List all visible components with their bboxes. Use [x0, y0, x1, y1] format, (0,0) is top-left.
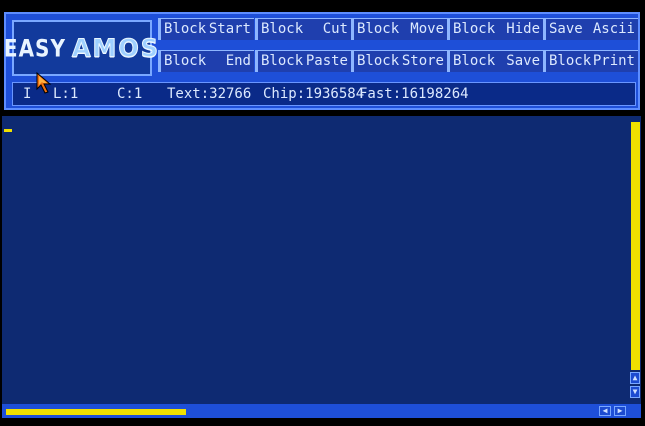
block-end-button[interactable]: Block End	[158, 50, 254, 72]
block-cut-button[interactable]: Block Cut	[255, 18, 351, 40]
button-label-left: Block	[453, 53, 496, 69]
block-print-button[interactable]: Block Print	[543, 50, 638, 72]
button-label-left: Block	[357, 53, 400, 69]
chip-memory: Chip:1936584	[263, 86, 365, 102]
logo-amos-text: AMOS	[71, 33, 161, 63]
amos-editor-screen: EASY AMOS Block Start Block Cut Block Mo…	[0, 0, 645, 426]
button-label-left: Save	[549, 21, 583, 37]
block-start-button[interactable]: Block Start	[158, 18, 254, 40]
horizontal-scrollbar[interactable]: ◀ ▶	[2, 404, 641, 418]
button-label-left: Block	[261, 53, 304, 69]
status-bar: I L:1 C:1 Text:32766 Chip:1936584 Fast:1…	[12, 82, 636, 106]
horizontal-scroll-thumb[interactable]	[6, 409, 186, 415]
editor-header: EASY AMOS Block Start Block Cut Block Mo…	[4, 12, 640, 110]
vertical-scrollbar[interactable]: ▲ ▼	[629, 116, 641, 404]
button-label-left: Block	[453, 21, 496, 37]
button-label-left: Block	[164, 53, 207, 69]
block-hide-button[interactable]: Block Hide	[447, 18, 543, 40]
button-label-left: Block	[164, 21, 207, 37]
button-label-right: Hide	[506, 21, 540, 37]
button-label-right: Paste	[305, 53, 348, 69]
button-label-right: Move	[410, 21, 444, 37]
button-label-left: Block	[357, 21, 400, 37]
arrow-left-icon[interactable]: ◀	[599, 406, 611, 416]
button-label-right: Cut	[322, 21, 348, 37]
arrow-down-icon[interactable]: ▼	[630, 386, 640, 398]
arrow-up-icon[interactable]: ▲	[630, 372, 640, 384]
block-save-button[interactable]: Block Save	[447, 50, 543, 72]
edit-mode-indicator: I	[23, 86, 32, 102]
text-cursor	[4, 129, 12, 132]
block-move-button[interactable]: Block Move	[351, 18, 447, 40]
block-paste-button[interactable]: Block Paste	[255, 50, 351, 72]
button-label-right: Store	[401, 53, 444, 69]
fast-memory: Fast:16198264	[359, 86, 469, 102]
button-label-right: Save	[506, 53, 540, 69]
mouse-pointer-icon	[36, 72, 52, 94]
block-store-button[interactable]: Block Store	[351, 50, 447, 72]
button-label-right: Start	[208, 21, 251, 37]
button-label-right: Ascii	[592, 21, 635, 37]
button-label-right: End	[225, 53, 251, 69]
column-number: C:1	[117, 86, 143, 102]
logo-easy-text: EASY	[3, 33, 66, 63]
button-label-left: Block	[261, 21, 304, 37]
vertical-scroll-thumb[interactable]	[631, 122, 640, 370]
text-memory: Text:32766	[167, 86, 252, 102]
button-label-right: Print	[592, 53, 635, 69]
easy-amos-logo: EASY AMOS	[4, 20, 159, 76]
arrow-right-icon[interactable]: ▶	[614, 406, 626, 416]
code-editor-area[interactable]	[2, 116, 629, 404]
save-ascii-button[interactable]: Save Ascii	[543, 18, 638, 40]
button-label-left: Block	[549, 53, 592, 69]
